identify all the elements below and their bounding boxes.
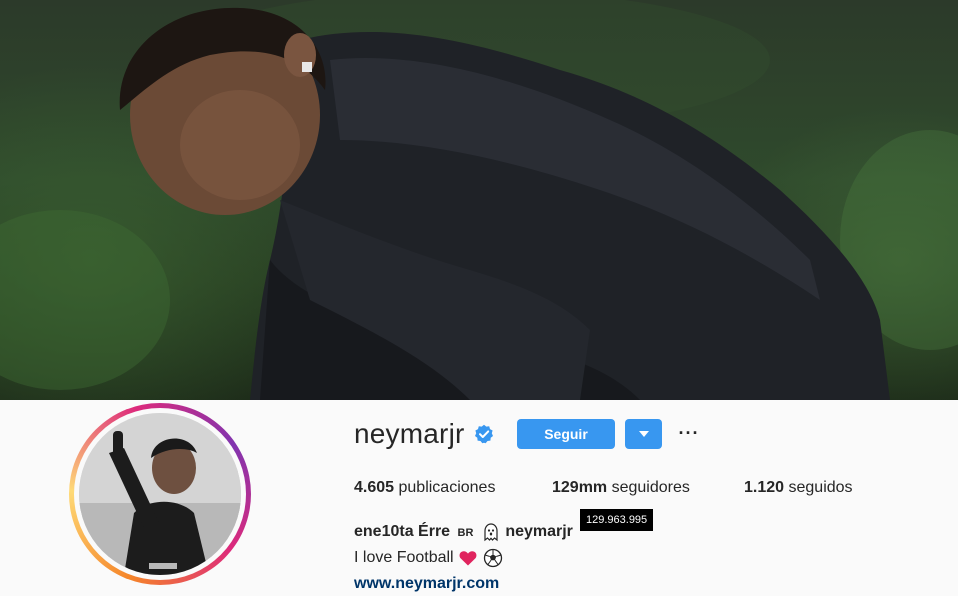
more-options-button[interactable]: ··· (675, 420, 703, 448)
avatar-photo (79, 413, 241, 575)
heart-emoji-icon (459, 551, 477, 566)
bio-name-part1: ene10ta Érre (354, 523, 451, 541)
posts-label: publicaciones (398, 479, 496, 496)
follow-button[interactable]: Seguir (517, 419, 615, 449)
more-options-icon: ··· (678, 423, 700, 443)
bio-text: I love Football (354, 548, 503, 568)
bio-text-content: I love Football (354, 549, 454, 567)
bio-name-part2: neymarjr (505, 523, 573, 541)
following-label: seguidos (788, 479, 853, 496)
avatar-frame (74, 408, 246, 580)
cover-photo-illustration (0, 0, 958, 400)
bio-website-link[interactable]: www.neymarjr.com (354, 575, 499, 593)
posts-stat: 4.605 publicaciones (354, 479, 495, 497)
followers-label: seguidores (611, 479, 690, 496)
profile-username: neymarjr (354, 418, 465, 449)
posts-count: 4.605 (354, 479, 395, 496)
suggestions-dropdown-button[interactable] (625, 419, 662, 449)
followers-stat[interactable]: 129mm seguidores (552, 479, 690, 497)
story-ring[interactable] (69, 403, 251, 585)
followers-count: 129mm (552, 479, 608, 496)
cover-photo (0, 0, 958, 400)
avatar[interactable] (79, 413, 241, 575)
following-stat[interactable]: 1.120 seguidos (744, 479, 853, 497)
caret-down-icon (639, 431, 649, 437)
followers-count-tooltip: 129.963.995 (580, 509, 654, 531)
following-count: 1.120 (744, 479, 785, 496)
bio-full-name: ene10ta Érre BR neymarjr (354, 522, 573, 542)
profile-header: neymarjr Seguir ··· 4.605 publicaciones … (0, 400, 958, 596)
soccer-ball-emoji-icon (483, 548, 502, 568)
ghost-emoji-icon (484, 523, 498, 542)
verified-badge-icon (475, 424, 493, 444)
bio-name-flag: BR (457, 527, 474, 540)
